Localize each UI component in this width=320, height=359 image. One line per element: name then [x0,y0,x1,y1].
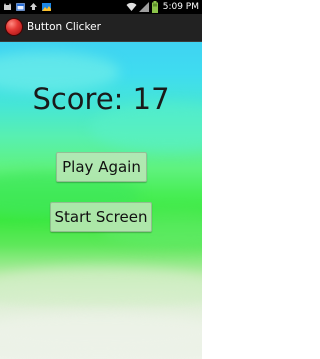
battery-icon [152,1,158,13]
calendar-icon [16,3,25,11]
cat-icon [4,3,11,10]
score-label: Score: 17 [32,82,170,116]
wifi-icon [126,2,137,11]
status-clock: 5:09 PM [162,2,199,12]
action-bar: Button Clicker [0,14,202,42]
red-ball-icon[interactable] [6,19,22,35]
start-screen-button[interactable]: Start Screen [50,202,152,232]
background-wave [0,312,202,352]
status-bar: 5:09 PM [0,0,202,14]
app-title: Button Clicker [27,21,101,33]
upload-icon [30,3,37,10]
landscape-icon [42,3,51,11]
background-wave [0,267,202,307]
phone-screen: 5:09 PM Button Clicker Score: 17 Play Ag… [0,0,202,359]
signal-icon [139,2,149,12]
game-over-content: Score: 17 Play Again Start Screen [0,42,202,359]
play-again-button[interactable]: Play Again [56,152,147,182]
